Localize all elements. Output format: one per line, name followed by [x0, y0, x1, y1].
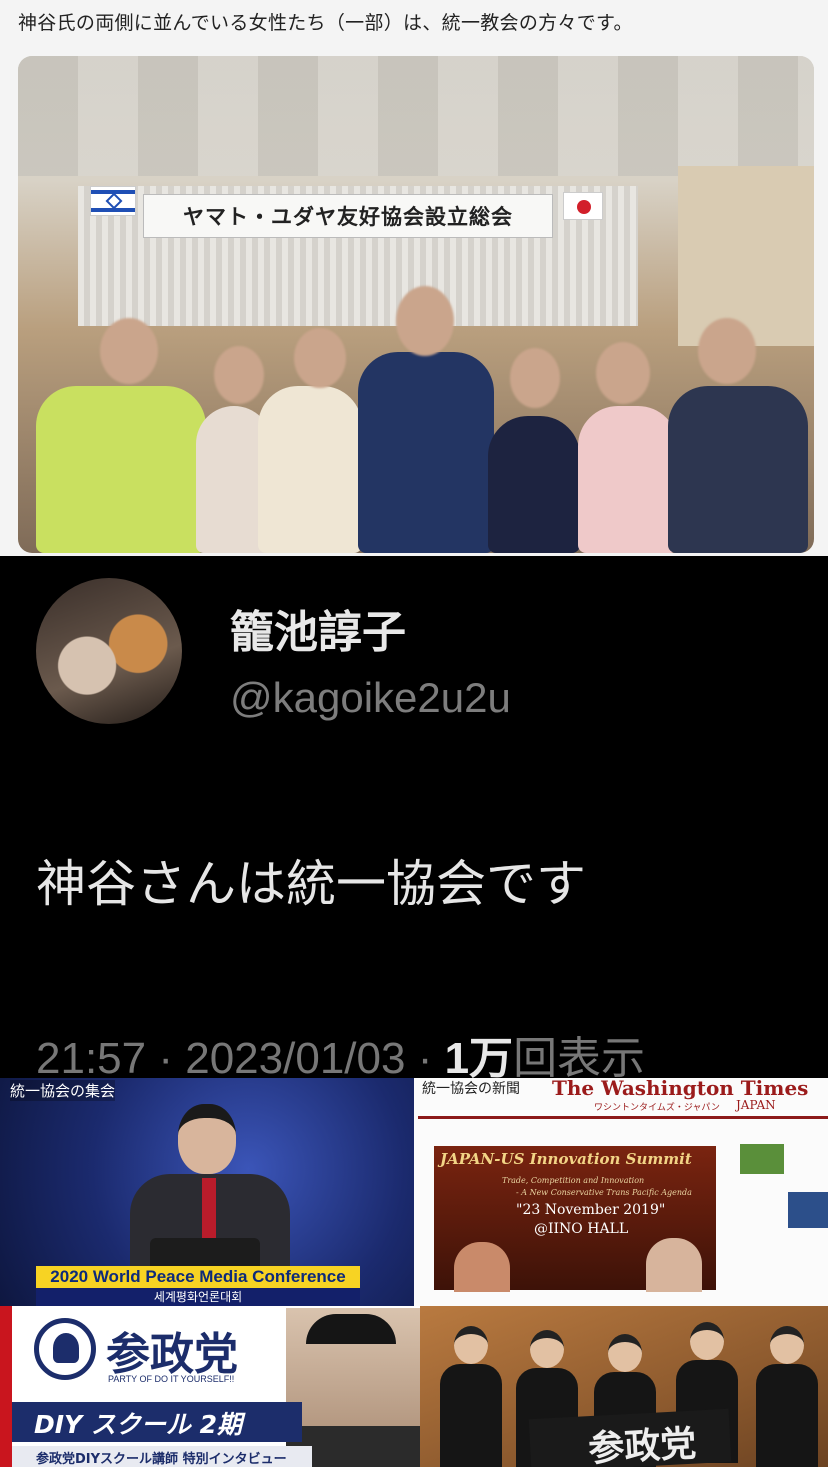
newspaper-screenshot[interactable]: 統一協会の新聞 The Washington Times ワシントンタイムズ・ジ… [414, 1078, 828, 1306]
person-figure [36, 386, 206, 553]
person-figure [358, 352, 494, 553]
party-name: 参政党 [106, 1329, 238, 1380]
wall-panel [678, 166, 814, 346]
tweet-view-count[interactable]: 1万 [445, 1034, 513, 1083]
party-logo-icon [34, 1318, 96, 1380]
group-photo[interactable]: 参政党 [420, 1306, 828, 1467]
person-figure [488, 416, 580, 553]
newspaper-masthead: The Washington Times [552, 1078, 809, 1100]
diy-school-thumbnail[interactable]: 参政党 PARTY OF DO IT YOURSELF!! DIY スクール 2… [0, 1306, 420, 1467]
person-face [100, 318, 158, 384]
tweet-view-label[interactable]: 回表示 [513, 1034, 645, 1083]
event-photo[interactable]: ヤマト・ユダヤ友好協会設立総会 [18, 56, 814, 553]
person-figure [668, 386, 808, 553]
summit-title: JAPAN-US Innovation Summit [440, 1150, 692, 1168]
summit-subtitle-2: - A New Conservative Trans Pacific Agend… [516, 1188, 692, 1197]
person-face [510, 348, 560, 408]
program-title: DIY スクール 2期 [34, 1410, 242, 1439]
newspaper-masthead-sub: ワシントンタイムズ・ジャパン [594, 1103, 720, 1113]
conference-subtitle: 세계평화언론대회 [36, 1288, 360, 1306]
party-banner: 参政党 [528, 1408, 732, 1467]
tweet-text: 神谷さんは統一協会です [36, 855, 586, 913]
tweet-date[interactable]: 2023/01/03 [185, 1034, 405, 1083]
meta-separator: · [158, 1034, 173, 1083]
summit-banner[interactable]: JAPAN-US Innovation Summit Trade, Compet… [434, 1146, 716, 1292]
meta-separator: · [417, 1034, 433, 1083]
tweet-time[interactable]: 21:57 [36, 1034, 146, 1083]
israel-flag-icon [90, 186, 136, 216]
tweet-display-name[interactable]: 籠池諄子 [230, 596, 406, 660]
accent-bar [0, 1306, 12, 1467]
japan-flag-icon [563, 192, 603, 220]
post-caption: 神谷氏の両側に並んでいる女性たち（一部）は、統一教会の方々です。 [18, 12, 633, 34]
program-title-bar: DIY スクール 2期 [12, 1402, 302, 1442]
group-member [756, 1326, 818, 1467]
tweet-meta: 21:57 · 2023/01/03 · 1万回表示 [36, 1022, 645, 1086]
party-tagline: PARTY OF DO IT YOURSELF!! [108, 1374, 235, 1384]
ceiling [18, 56, 814, 176]
summit-subtitle: Trade, Competition and Innovation [502, 1176, 645, 1185]
speaker-photo [454, 1242, 510, 1292]
person-figure [258, 386, 362, 553]
masthead-rule [418, 1116, 828, 1119]
photo-collage: 統一協会の集会 2020 World Peace Media Conferenc… [0, 1078, 828, 1467]
newspaper-edition: JAPAN [736, 1098, 776, 1112]
group-member [440, 1326, 502, 1467]
avatar[interactable] [36, 578, 182, 724]
interview-strip: 参政党DIYスクール講師 特別インタビュー [12, 1446, 312, 1467]
interview-strip-text: 参政党DIYスクール講師 特別インタビュー [36, 1452, 287, 1467]
person-face [396, 286, 454, 356]
newspaper-label: 統一協会の新聞 [422, 1081, 520, 1097]
speaker-photo [286, 1308, 420, 1467]
event-banner: ヤマト・ユダヤ友好協会設立総会 [143, 194, 553, 238]
person-face [698, 318, 756, 384]
person-figure [578, 406, 678, 553]
conference-title: 2020 World Peace Media Conference [36, 1266, 360, 1288]
party-banner-text: 参政党 [587, 1423, 698, 1467]
event-post: 神谷氏の両側に並んでいる女性たち（一部）は、統一教会の方々です。 ヤマト・ユダヤ… [0, 0, 828, 556]
side-ad-thumbnail[interactable] [740, 1144, 784, 1174]
tweet-handle[interactable]: @kagoike2u2u [230, 674, 511, 722]
conference-label: 統一協会の集会 [10, 1080, 116, 1101]
person-face [294, 328, 346, 388]
person-face [596, 342, 650, 404]
speaker-photo [646, 1238, 702, 1292]
side-ad-thumbnail[interactable] [788, 1192, 828, 1228]
summit-date: "23 November 2019" [516, 1202, 666, 1218]
event-banner-text: ヤマト・ユダヤ友好協会設立総会 [183, 205, 513, 229]
conference-photo[interactable]: 統一協会の集会 2020 World Peace Media Conferenc… [0, 1078, 414, 1306]
summit-venue: @IINO HALL [534, 1221, 629, 1237]
person-face [214, 346, 264, 404]
tweet-card[interactable]: 籠池諄子 @kagoike2u2u 神谷さんは統一協会です 21:57 · 20… [0, 556, 828, 1083]
